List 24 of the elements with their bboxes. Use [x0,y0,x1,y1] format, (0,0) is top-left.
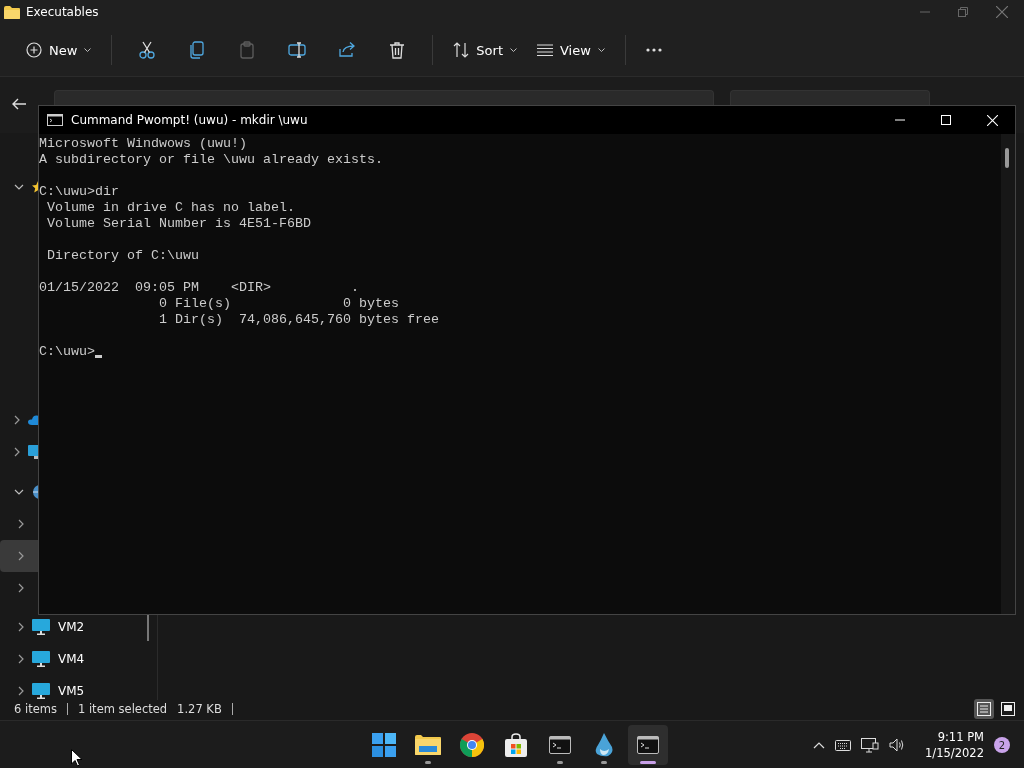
status-text: 1.27 KB [177,702,222,716]
console-line: 1 Dir(s) 74,086,645,760 bytes free [157,312,439,328]
console-line: A subdirectory or file \uwu already exists. [39,152,383,168]
status-text: 1 item selected [77,702,168,716]
console-line: Microswoft Windwows (uwu!) [39,136,247,152]
console-line: 0 File(s) 0 bytes [157,296,399,312]
notification-badge[interactable]: 2 [994,737,1010,753]
console-line: Volume in drive C has no label. [46,200,295,216]
console-line: Directory of C:\uwu [46,248,199,264]
sidebar-item[interactable]: VM5 [0,679,140,703]
console-prompt: C:\uwu> [39,344,95,360]
view-button[interactable]: View [529,33,613,67]
sidebar-item[interactable]: VM2 [0,615,140,639]
status-text: 6 items [14,702,57,716]
sidebar-item[interactable]: VM4 [0,647,140,671]
console-line: Volume Serial Number is 4E51-F6BD [46,216,311,232]
console-line: 01/15/2022 09:05 PM <DIR> . [39,280,359,296]
new-button[interactable]: New [18,33,100,67]
console-line: C:\uwu>dir [39,184,119,200]
sort-button[interactable]: Sort [445,33,525,67]
clock-time[interactable]: 9:11 PM [937,729,984,745]
clock-date[interactable]: 1/15/2022 [925,745,984,761]
window-title: Cummand Pwompt! (uwu) - mkdir \uwu [71,113,308,127]
window-title: Executables [26,5,99,19]
